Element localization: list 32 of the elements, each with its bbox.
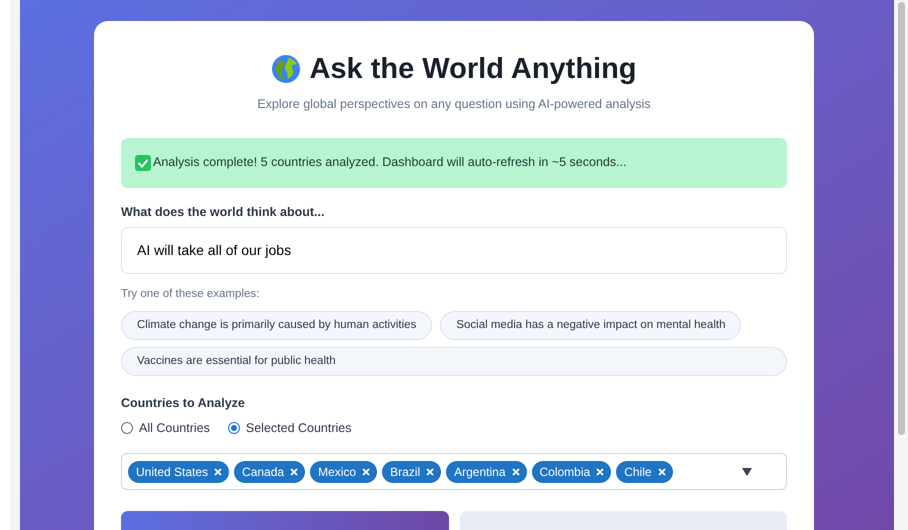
chip-label: Colombia — [540, 464, 590, 481]
page-title: Ask the World Anything — [309, 52, 637, 87]
scope-radio[interactable]: All Countries — [121, 418, 210, 438]
chip-label: United States — [136, 464, 208, 481]
page-subtitle: Explore global perspectives on any question using AI-powered analysis — [256, 96, 652, 113]
remove-icon[interactable] — [596, 468, 604, 476]
countries-label: Countries to Analyze — [121, 394, 246, 412]
example-chip[interactable]: Climate change is primarily caused by human activities — [121, 310, 432, 340]
country-select[interactable]: United States Canada Mexico Brazil Argentina Colombia Chile — [121, 453, 787, 490]
remove-icon[interactable] — [290, 468, 298, 476]
chip-label: Canada — [242, 464, 284, 481]
question-label: What does the world think about... — [121, 204, 326, 221]
remove-icon[interactable] — [426, 468, 434, 476]
example-chip[interactable]: Social media has a negative impact on mental health — [440, 310, 742, 340]
status-message: Analysis complete! 5 countries analyzed. Dashboard will auto-refresh in ~5 seconds... — [153, 154, 627, 172]
remove-icon[interactable] — [658, 468, 666, 476]
remove-icon[interactable] — [214, 468, 222, 476]
chip-label: Brazil — [390, 464, 420, 481]
scope-radio[interactable]: Selected Countries — [228, 418, 352, 438]
check-icon — [135, 154, 151, 171]
dropdown-caret-icon[interactable] — [742, 468, 752, 476]
examples-label: Try one of these examples: — [121, 286, 260, 302]
remove-icon[interactable] — [512, 468, 520, 476]
chip-label: Chile — [624, 464, 652, 481]
globe-icon — [271, 54, 302, 84]
chip-label: Mexico — [318, 464, 356, 481]
question-input[interactable]: AI will take all of our jobs — [121, 226, 787, 274]
scrollbar[interactable] — [894, 0, 908, 530]
example-chip[interactable]: Vaccines are essential for public health — [121, 346, 787, 376]
remove-icon[interactable] — [362, 468, 370, 476]
chip-label: Argentina — [454, 464, 506, 481]
radio-circle[interactable] — [228, 422, 240, 434]
